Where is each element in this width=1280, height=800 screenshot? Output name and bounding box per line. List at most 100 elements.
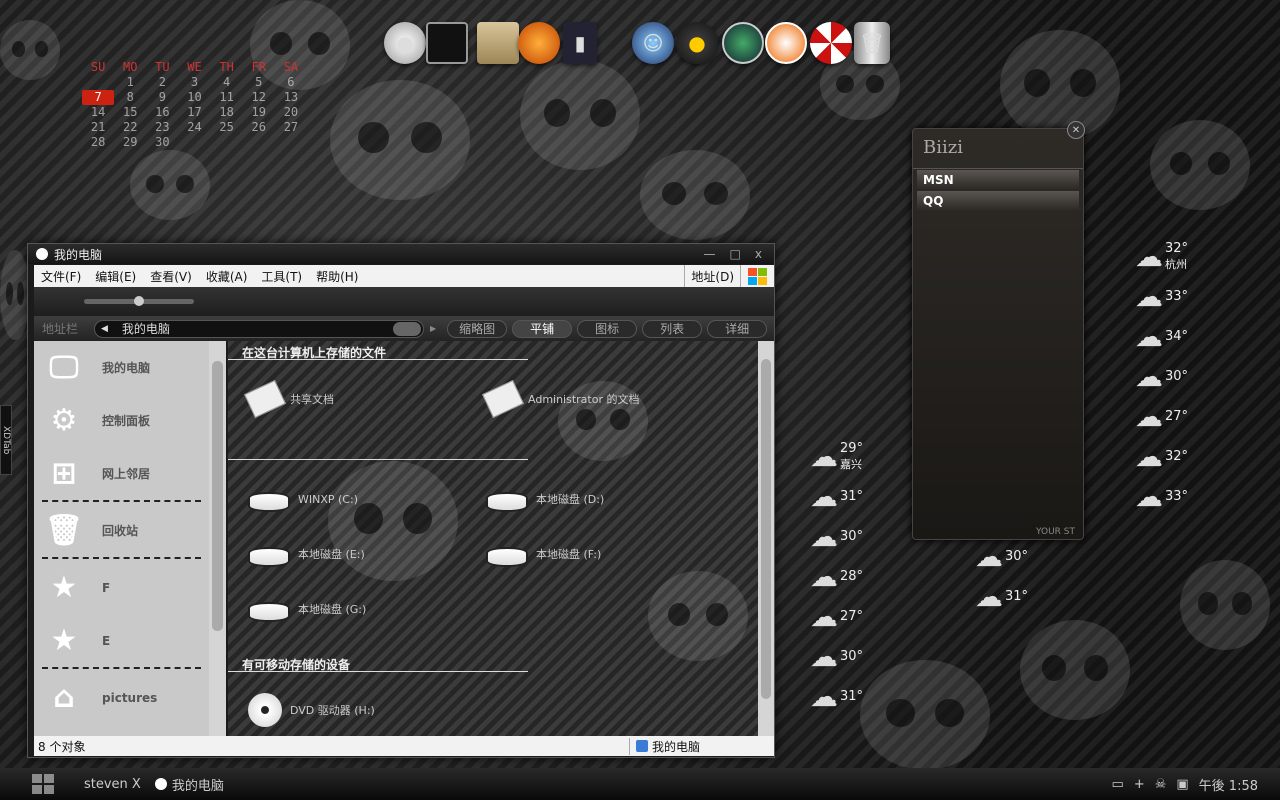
network-icon[interactable] xyxy=(722,22,764,64)
weather-day: ☁ 33° xyxy=(1135,280,1188,313)
item-drive-g[interactable]: 本地磁盘 (G:) xyxy=(248,596,366,622)
calendar-day[interactable] xyxy=(178,135,210,150)
calendar-day[interactable]: 27 xyxy=(275,120,307,135)
close-icon[interactable]: ✕ xyxy=(1067,121,1085,139)
calendar-day[interactable] xyxy=(82,75,114,90)
xdtab-handle[interactable]: XDTab xyxy=(0,405,12,475)
calendar-day[interactable]: 16 xyxy=(146,105,178,120)
menu-file[interactable]: 文件(F) xyxy=(34,268,88,285)
menu-view[interactable]: 查看(V) xyxy=(143,268,199,285)
calendar-day[interactable]: 2 xyxy=(146,75,178,90)
calendar-day[interactable]: 10 xyxy=(178,90,210,105)
calendar-day[interactable]: 3 xyxy=(178,75,210,90)
network-icon[interactable]: ▣ xyxy=(1176,777,1188,792)
messenger-icon[interactable]: ☺ xyxy=(632,22,674,64)
calendar-day[interactable]: 4 xyxy=(211,75,243,90)
calendar-day[interactable]: 14 xyxy=(82,105,114,120)
calendar-day[interactable]: 29 xyxy=(114,135,146,150)
calendar-day[interactable] xyxy=(275,135,307,150)
calendar-day[interactable]: 7 xyxy=(82,90,115,105)
calendar-day[interactable] xyxy=(211,135,243,150)
maximize-button[interactable]: □ xyxy=(730,247,741,261)
calendar-day[interactable]: 22 xyxy=(114,120,146,135)
temperature: 30° xyxy=(1005,549,1029,564)
folder-icon[interactable]: ▭ xyxy=(1112,777,1124,792)
calendar-day[interactable]: 15 xyxy=(114,105,146,120)
trash-icon[interactable]: 🗑 xyxy=(854,22,890,64)
calendar-day[interactable]: 11 xyxy=(211,90,243,105)
item-drive-c[interactable]: WINXP (C:) xyxy=(248,486,358,512)
calendar-day[interactable]: 1 xyxy=(114,75,146,90)
add-icon[interactable]: + xyxy=(1134,777,1145,792)
sidebar-item-recycle-bin[interactable]: 🗑 回收站 xyxy=(34,504,209,557)
calendar-day[interactable]: 23 xyxy=(146,120,178,135)
view-tiles[interactable]: 平铺 xyxy=(512,319,573,338)
view-details[interactable]: 详细 xyxy=(707,319,768,338)
sidebar-item-my-computer[interactable]: 🖵 我的电脑 xyxy=(34,341,209,394)
sidebar-item-pictures[interactable]: ⌂ pictures xyxy=(34,671,209,724)
skull-icon[interactable]: ☠ xyxy=(1155,777,1167,792)
calendar-day[interactable]: 12 xyxy=(243,90,275,105)
item-drive-d[interactable]: 本地磁盘 (D:) xyxy=(486,486,604,512)
address-field[interactable]: ◀ 我的电脑 xyxy=(94,319,424,338)
item-admin-docs[interactable]: Administrator 的文档 xyxy=(482,380,639,418)
sidebar: 🖵 我的电脑 ⚙ 控制面板 ⊞ 网上邻居 🗑 回收站 ★ F ★ E ⌂ pic… xyxy=(34,341,209,736)
calendar-day[interactable]: 19 xyxy=(243,105,275,120)
umbrella-icon[interactable] xyxy=(810,22,852,64)
clock[interactable]: 午後 1:58 xyxy=(1199,775,1258,794)
calendar-day[interactable]: 21 xyxy=(82,120,114,135)
calendar-day[interactable]: 5 xyxy=(243,75,275,90)
calendar-day[interactable]: 26 xyxy=(243,120,275,135)
back-arrow-icon[interactable]: ◀ xyxy=(101,324,108,334)
monitor-icon[interactable] xyxy=(426,22,468,64)
view-thumbnails[interactable]: 缩略图 xyxy=(447,319,508,338)
qq-penguin-icon[interactable]: ● xyxy=(676,22,718,64)
calendar-day[interactable]: 28 xyxy=(82,135,114,150)
menu-tools[interactable]: 工具(T) xyxy=(254,268,309,285)
start-button[interactable] xyxy=(28,773,58,795)
view-icons[interactable]: 图标 xyxy=(577,319,638,338)
taskbar-item-my-computer[interactable]: 我的电脑 xyxy=(154,775,224,794)
zoom-slider[interactable] xyxy=(84,296,194,306)
calendar-day[interactable]: 13 xyxy=(275,90,307,105)
sidebar-item-control-panel[interactable]: ⚙ 控制面板 xyxy=(34,394,209,447)
scroll-thumb[interactable] xyxy=(761,359,771,699)
frame-icon[interactable] xyxy=(765,22,807,64)
sidebar-item-e[interactable]: ★ E xyxy=(34,614,209,667)
calendar-day[interactable]: 8 xyxy=(114,90,146,105)
address-menu[interactable]: 地址(D) xyxy=(684,265,740,287)
calendar-day[interactable]: 17 xyxy=(178,105,210,120)
media-player-icon[interactable] xyxy=(518,22,560,64)
contact-msn[interactable]: MSN xyxy=(917,170,1079,190)
menu-edit[interactable]: 编辑(E) xyxy=(88,268,143,285)
menu-favorites[interactable]: 收藏(A) xyxy=(199,268,255,285)
book-icon[interactable]: ▮ xyxy=(563,22,597,64)
scroll-thumb[interactable] xyxy=(212,361,223,631)
calendar-day[interactable]: 9 xyxy=(146,90,178,105)
view-list[interactable]: 列表 xyxy=(642,319,703,338)
close-button[interactable]: x xyxy=(755,247,762,261)
sidebar-scrollbar[interactable] xyxy=(209,341,226,736)
go-button[interactable] xyxy=(393,321,421,336)
sidebar-item-f[interactable]: ★ F xyxy=(34,561,209,614)
menu-help[interactable]: 帮助(H) xyxy=(309,268,365,285)
calendar-day[interactable]: 18 xyxy=(211,105,243,120)
forward-arrow-icon[interactable]: ▶ xyxy=(430,324,436,333)
item-drive-f[interactable]: 本地磁盘 (F:) xyxy=(486,541,601,567)
item-dvd-drive[interactable]: DVD 驱动器 (H:) xyxy=(248,693,375,727)
orb-icon[interactable]: ● xyxy=(384,22,426,64)
calendar-day[interactable]: 20 xyxy=(275,105,307,120)
calendar-day[interactable]: 30 xyxy=(146,135,178,150)
calendar-day[interactable] xyxy=(243,135,275,150)
title-bar[interactable]: 我的电脑 — □ x xyxy=(28,244,774,264)
sidebar-item-network[interactable]: ⊞ 网上邻居 xyxy=(34,447,209,500)
item-shared-docs[interactable]: 共享文档 xyxy=(244,380,334,418)
calendar-day[interactable]: 6 xyxy=(275,75,307,90)
folder-icon[interactable] xyxy=(477,22,519,64)
calendar-day[interactable]: 24 xyxy=(178,120,210,135)
calendar-day[interactable]: 25 xyxy=(211,120,243,135)
item-drive-e[interactable]: 本地磁盘 (E:) xyxy=(248,541,365,567)
content-scrollbar[interactable] xyxy=(758,341,774,736)
contact-qq[interactable]: QQ xyxy=(917,191,1079,211)
minimize-button[interactable]: — xyxy=(704,247,716,261)
